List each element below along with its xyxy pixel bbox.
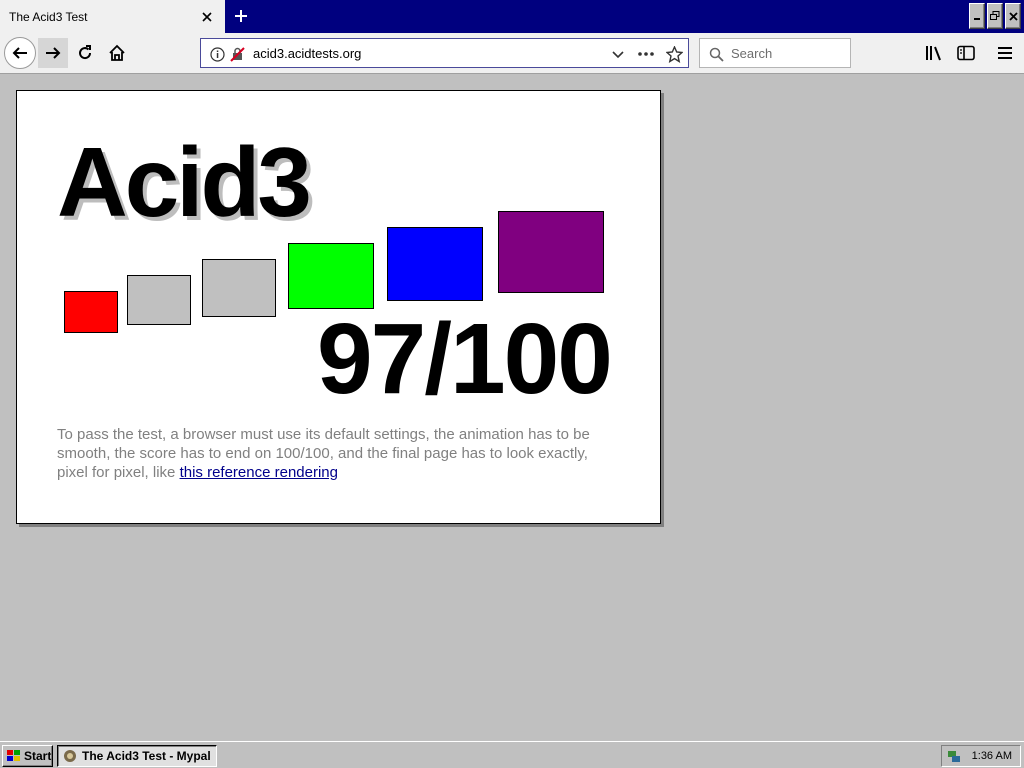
back-arrow-icon	[12, 47, 27, 59]
taskbar: Start The Acid3 Test - Mypal 1:36 AM	[0, 741, 1024, 768]
back-button[interactable]	[4, 37, 36, 69]
home-icon	[109, 44, 125, 61]
bookmark-star-icon[interactable]	[665, 45, 683, 63]
chevron-down-icon[interactable]	[609, 45, 627, 63]
bucket-4	[288, 243, 374, 309]
info-icon[interactable]	[208, 45, 226, 63]
test-score: 97/100	[317, 303, 613, 415]
start-button[interactable]: Start	[2, 745, 53, 767]
windows-logo-icon	[7, 750, 20, 761]
test-description: To pass the test, a browser must use its…	[57, 425, 617, 482]
page-viewport: Acid3 97/100 To pass the test, a browser…	[0, 75, 1024, 741]
system-tray: 1:36 AM	[941, 745, 1021, 767]
minimize-button[interactable]	[969, 3, 985, 29]
close-tab-icon[interactable]	[199, 9, 215, 25]
sidebar-icon	[957, 45, 975, 61]
clock: 1:36 AM	[971, 750, 1012, 762]
library-button[interactable]	[920, 39, 948, 67]
bucket-3	[202, 259, 276, 317]
new-tab-button[interactable]	[228, 4, 254, 28]
mypal-app-icon	[64, 750, 76, 762]
taskbar-item-mypal[interactable]: The Acid3 Test - Mypal	[57, 745, 217, 767]
network-icon[interactable]	[946, 748, 962, 764]
reload-icon	[79, 45, 92, 60]
page-actions-icon[interactable]	[637, 45, 655, 63]
url-text: acid3.acidtests.org	[253, 46, 362, 61]
close-window-button[interactable]	[1005, 3, 1021, 29]
window-controls	[969, 3, 1021, 29]
sidebar-button[interactable]	[952, 39, 980, 67]
search-input[interactable]: Search	[699, 38, 851, 68]
tab-title: The Acid3 Test	[9, 9, 88, 24]
tab-strip: The Acid3 Test	[0, 0, 1024, 33]
insecure-connection-icon[interactable]	[228, 45, 246, 63]
start-label: Start	[24, 749, 52, 763]
bucket-2	[127, 275, 191, 325]
restore-button[interactable]	[987, 3, 1003, 29]
bucket-1	[64, 291, 118, 333]
acid3-result-box: Acid3 97/100 To pass the test, a browser…	[16, 90, 661, 524]
taskbar-item-label: The Acid3 Test - Mypal	[82, 749, 211, 763]
search-placeholder: Search	[731, 46, 773, 61]
reload-button[interactable]	[70, 38, 100, 68]
bucket-5	[387, 227, 483, 301]
tab-acid3[interactable]: The Acid3 Test	[0, 0, 225, 33]
forward-button[interactable]	[38, 38, 68, 68]
reference-rendering-link[interactable]: this reference rendering	[180, 464, 338, 481]
search-icon	[707, 45, 725, 63]
bucket-6	[498, 211, 604, 293]
library-icon	[926, 46, 941, 61]
page-title: Acid3	[57, 127, 312, 237]
forward-arrow-icon	[46, 47, 61, 59]
navigation-toolbar: acid3.acidtests.org Search	[0, 33, 1024, 74]
menu-button[interactable]	[991, 39, 1019, 67]
hamburger-menu-icon	[998, 47, 1012, 59]
home-button[interactable]	[102, 38, 132, 68]
address-bar[interactable]: acid3.acidtests.org	[200, 38, 689, 68]
